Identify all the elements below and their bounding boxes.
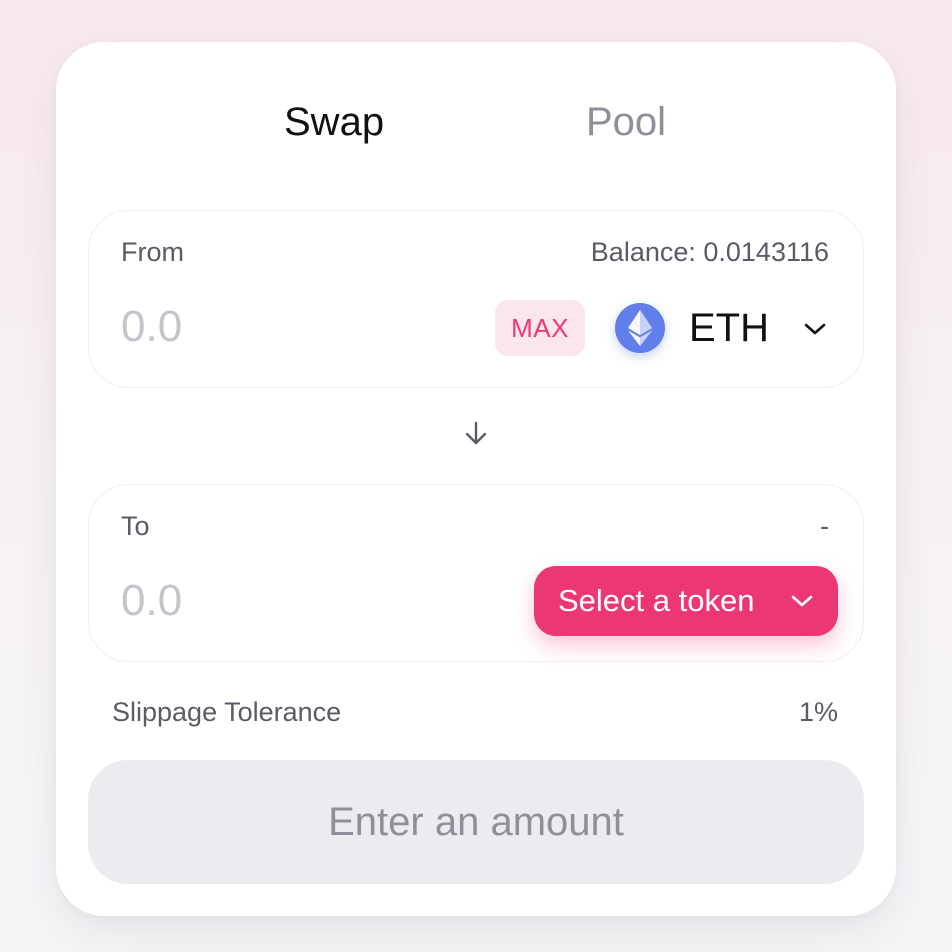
tab-pool[interactable]: Pool	[586, 96, 666, 148]
slippage-value[interactable]: 1%	[799, 694, 838, 730]
select-token-button[interactable]: Select a token	[534, 566, 838, 636]
from-balance: Balance: 0.0143116	[590, 237, 829, 267]
to-label: To	[121, 511, 150, 541]
from-panel: From Balance: 0.0143116 MAX ETH	[88, 210, 864, 388]
slippage-label: Slippage Tolerance	[112, 697, 342, 727]
enter-amount-button[interactable]: Enter an amount	[88, 760, 864, 884]
to-balance: -	[820, 511, 829, 541]
from-token-symbol: ETH	[689, 306, 769, 350]
from-amount-input[interactable]	[121, 299, 451, 355]
from-token-select[interactable]: ETH	[613, 299, 833, 357]
from-label: From	[121, 237, 184, 267]
chevron-down-icon	[791, 595, 813, 607]
chevron-down-icon	[804, 323, 826, 335]
max-button[interactable]: MAX	[495, 300, 585, 356]
tab-bar: Swap Pool	[56, 96, 896, 148]
tab-swap[interactable]: Swap	[284, 96, 384, 148]
ethereum-icon	[615, 303, 665, 353]
arrow-down-icon[interactable]	[462, 420, 490, 448]
select-token-label: Select a token	[558, 583, 755, 618]
to-amount-input[interactable]	[121, 573, 451, 629]
slippage-row: Slippage Tolerance 1%	[112, 694, 838, 730]
